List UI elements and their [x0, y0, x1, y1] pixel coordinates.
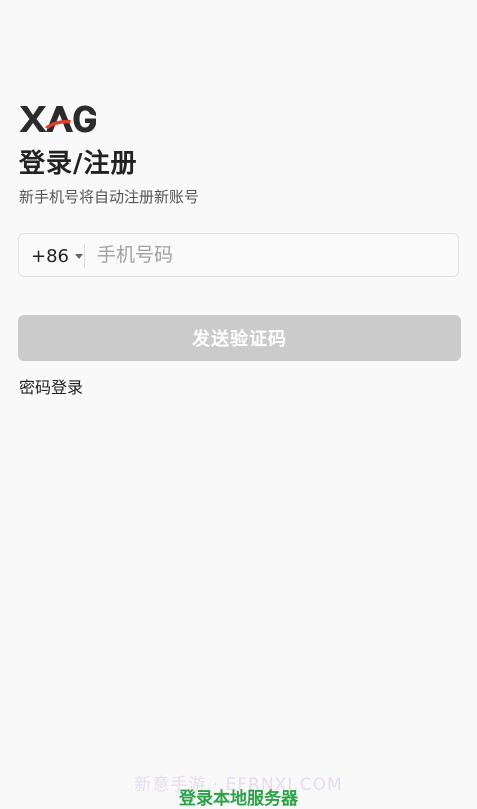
country-code-label: +86: [31, 245, 69, 267]
local-server-login-link[interactable]: 登录本地服务器: [0, 784, 477, 809]
field-divider: [84, 244, 85, 268]
send-code-button[interactable]: 发送验证码: [18, 315, 461, 361]
xag-logo-graphic: [19, 105, 96, 133]
page-title: 登录/注册: [19, 149, 138, 179]
password-login-link[interactable]: 密码登录: [19, 376, 83, 400]
country-code-selector[interactable]: +86: [31, 234, 83, 278]
page-subtitle: 新手机号将自动注册新账号: [19, 188, 200, 206]
caret-down-icon: [75, 253, 83, 259]
phone-number-input[interactable]: [97, 234, 447, 275]
xag-logo: [19, 104, 97, 134]
phone-field: +86: [18, 233, 459, 277]
